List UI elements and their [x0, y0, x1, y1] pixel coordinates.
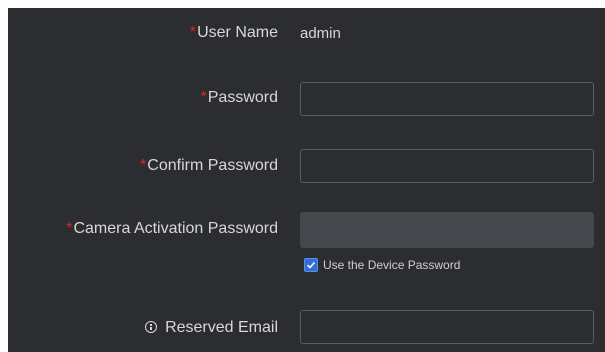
use-device-password-label: Use the Device Password — [323, 258, 461, 272]
password-label-text: Password — [207, 89, 278, 106]
user-name-label: *User Name — [190, 24, 278, 42]
info-icon[interactable] — [145, 321, 158, 333]
required-asterisk: * — [140, 157, 147, 174]
use-device-password-checkbox[interactable] — [304, 258, 318, 272]
required-asterisk: * — [189, 24, 197, 41]
user-name-label-text: User Name — [197, 24, 278, 41]
reserved-email-label-text: Reserved Email — [165, 319, 278, 336]
camera-activation-password-field[interactable] — [300, 212, 594, 248]
confirm-password-label: *Confirm Password — [140, 157, 278, 175]
use-device-password-option[interactable]: Use the Device Password — [304, 258, 460, 272]
confirm-password-label-text: Confirm Password — [147, 157, 278, 174]
camera-activation-password-label: *Camera Activation Password — [66, 220, 278, 238]
confirm-password-field[interactable] — [300, 149, 594, 183]
password-field[interactable] — [300, 82, 594, 116]
account-form-panel: *User Name admin *Password *Confirm Pass… — [8, 8, 605, 352]
password-label: *Password — [201, 89, 278, 107]
checkmark-icon — [306, 261, 316, 269]
reserved-email-field[interactable] — [300, 310, 594, 344]
required-asterisk: * — [66, 220, 73, 237]
user-name-value: admin — [300, 25, 341, 42]
camera-activation-password-label-text: Camera Activation Password — [73, 220, 278, 237]
reserved-email-label: Reserved Email — [145, 319, 278, 337]
required-asterisk: * — [200, 89, 207, 106]
